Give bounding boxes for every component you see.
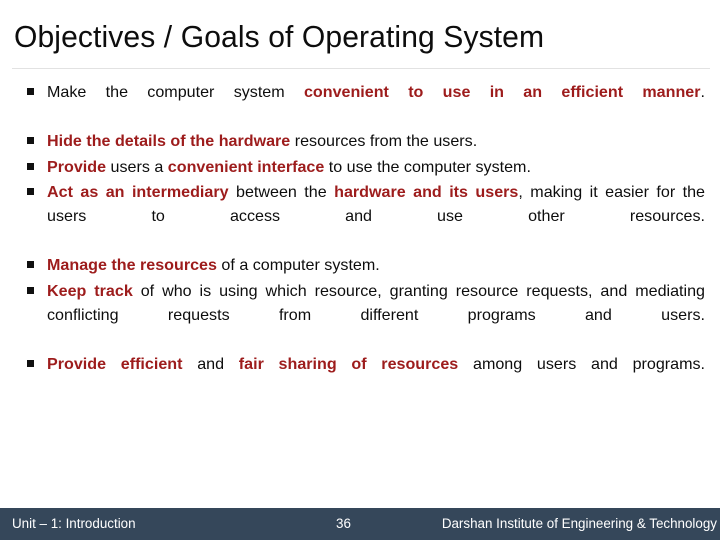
footer-institute-name: Darshan Institute of Engineering & Techn…: [441, 516, 717, 531]
list-item: Provide users a convenient interface to …: [0, 155, 720, 179]
body-text: among users and programs.: [458, 355, 706, 374]
body-text: Make the computer system: [47, 83, 304, 101]
square-bullet-icon: [27, 187, 34, 195]
emphasised-text: convenient to use in an efficient manner: [303, 83, 701, 101]
emphasised-text: Manage the resources: [47, 256, 217, 275]
slide-body: Make the computer system convenient to u…: [0, 80, 720, 500]
page-title: Objectives / Goals of Operating System: [14, 19, 545, 54]
emphasised-text: Provide efficient: [47, 355, 183, 374]
list-item-text: Hide the details of the hardware resourc…: [47, 129, 705, 153]
emphasised-text: convenient interface: [167, 157, 325, 176]
square-bullet-icon: [27, 162, 34, 170]
body-text: users a: [106, 157, 168, 176]
emphasised-text: fair sharing of resources: [238, 355, 459, 374]
list-item: Keep track of who is using which resourc…: [0, 279, 720, 352]
square-bullet-icon: [27, 360, 34, 368]
body-text: and: [182, 355, 239, 374]
slide-title-area: Objectives / Goals of Operating System: [0, 18, 720, 69]
list-item-text: Make the computer system convenient to u…: [47, 80, 705, 128]
footer-unit-label: Unit – 1: Introduction: [12, 516, 136, 531]
slide-footer: Unit – 1: Introduction 36 Darshan Instit…: [0, 508, 720, 540]
title-divider: [12, 68, 710, 69]
list-item-text: Act as an intermediary between the hardw…: [47, 180, 705, 253]
body-text: of a computer system.: [216, 256, 380, 275]
list-item-text: Manage the resources of a computer syste…: [47, 253, 705, 277]
objectives-list: Make the computer system convenient to u…: [0, 80, 720, 401]
body-text: resources from the users.: [290, 132, 478, 151]
square-bullet-icon: [27, 137, 34, 145]
square-bullet-icon: [27, 286, 34, 294]
body-text: between the: [228, 182, 335, 201]
body-text: of who is using which resource, granting…: [47, 281, 705, 324]
list-item: Make the computer system convenient to u…: [0, 80, 720, 128]
emphasised-text: Hide the details of the hardware: [47, 132, 291, 151]
square-bullet-icon: [27, 261, 34, 269]
list-item: Manage the resources of a computer syste…: [0, 253, 720, 277]
list-item-text: Provide efficient and fair sharing of re…: [47, 352, 705, 400]
list-item-text: Provide users a convenient interface to …: [47, 155, 705, 179]
footer-page-number: 36: [336, 516, 351, 531]
square-bullet-icon: [27, 88, 34, 95]
emphasised-text: Act as an intermediary: [47, 182, 229, 201]
body-text: to use the computer system.: [324, 157, 531, 176]
emphasised-text: Provide: [47, 157, 107, 176]
emphasised-text: hardware and its users: [334, 182, 519, 201]
list-item: Provide efficient and fair sharing of re…: [0, 352, 720, 400]
presentation-slide: Objectives / Goals of Operating System M…: [0, 0, 720, 540]
list-item: Act as an intermediary between the hardw…: [0, 180, 720, 253]
body-text: .: [700, 83, 705, 101]
list-item: Hide the details of the hardware resourc…: [0, 129, 720, 153]
emphasised-text: Keep track: [47, 281, 133, 300]
list-item-text: Keep track of who is using which resourc…: [47, 279, 705, 352]
